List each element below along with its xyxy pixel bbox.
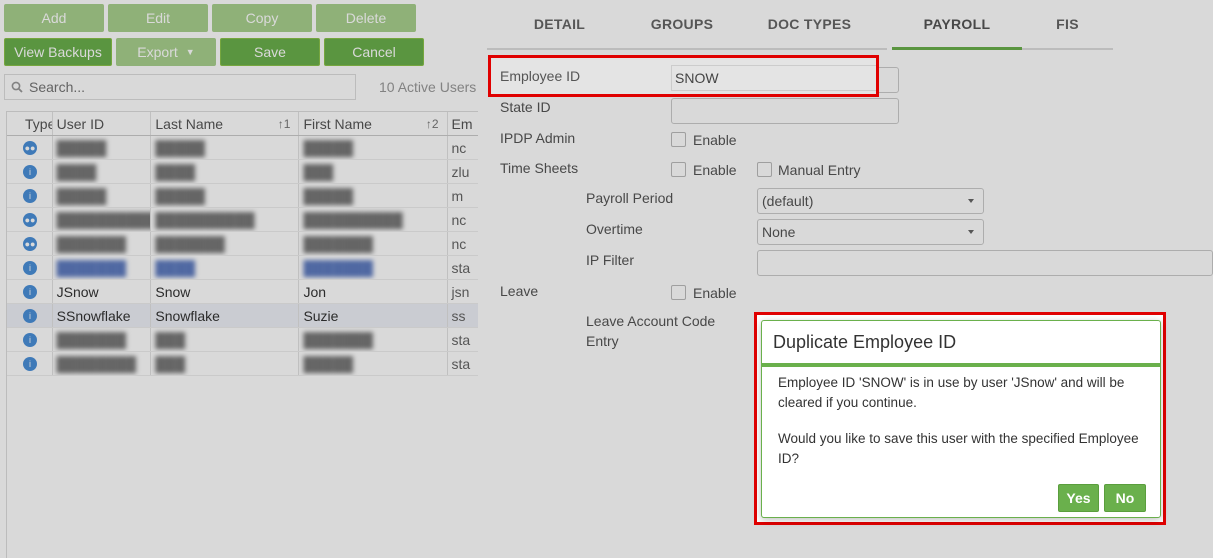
dialog-message: Employee ID 'SNOW' is in use by user 'JS… — [778, 375, 1125, 410]
no-button[interactable]: No — [1104, 484, 1146, 512]
yes-button[interactable]: Yes — [1058, 484, 1099, 512]
employee-id-label: Employee ID — [500, 68, 581, 84]
dialog-title: Duplicate Employee ID — [762, 321, 1160, 367]
employee-id-highlight: Employee ID SNOW — [488, 55, 879, 97]
employee-id-input[interactable]: SNOW — [671, 65, 876, 91]
dialog-highlight: Duplicate Employee ID Employee ID 'SNOW'… — [754, 312, 1166, 525]
dialog-body: Employee ID 'SNOW' is in use by user 'JS… — [762, 367, 1160, 469]
dialog-question: Would you like to save this user with th… — [778, 431, 1139, 466]
duplicate-employee-id-dialog: Duplicate Employee ID Employee ID 'SNOW'… — [761, 320, 1161, 518]
employee-id-row: Employee ID SNOW — [491, 58, 876, 94]
